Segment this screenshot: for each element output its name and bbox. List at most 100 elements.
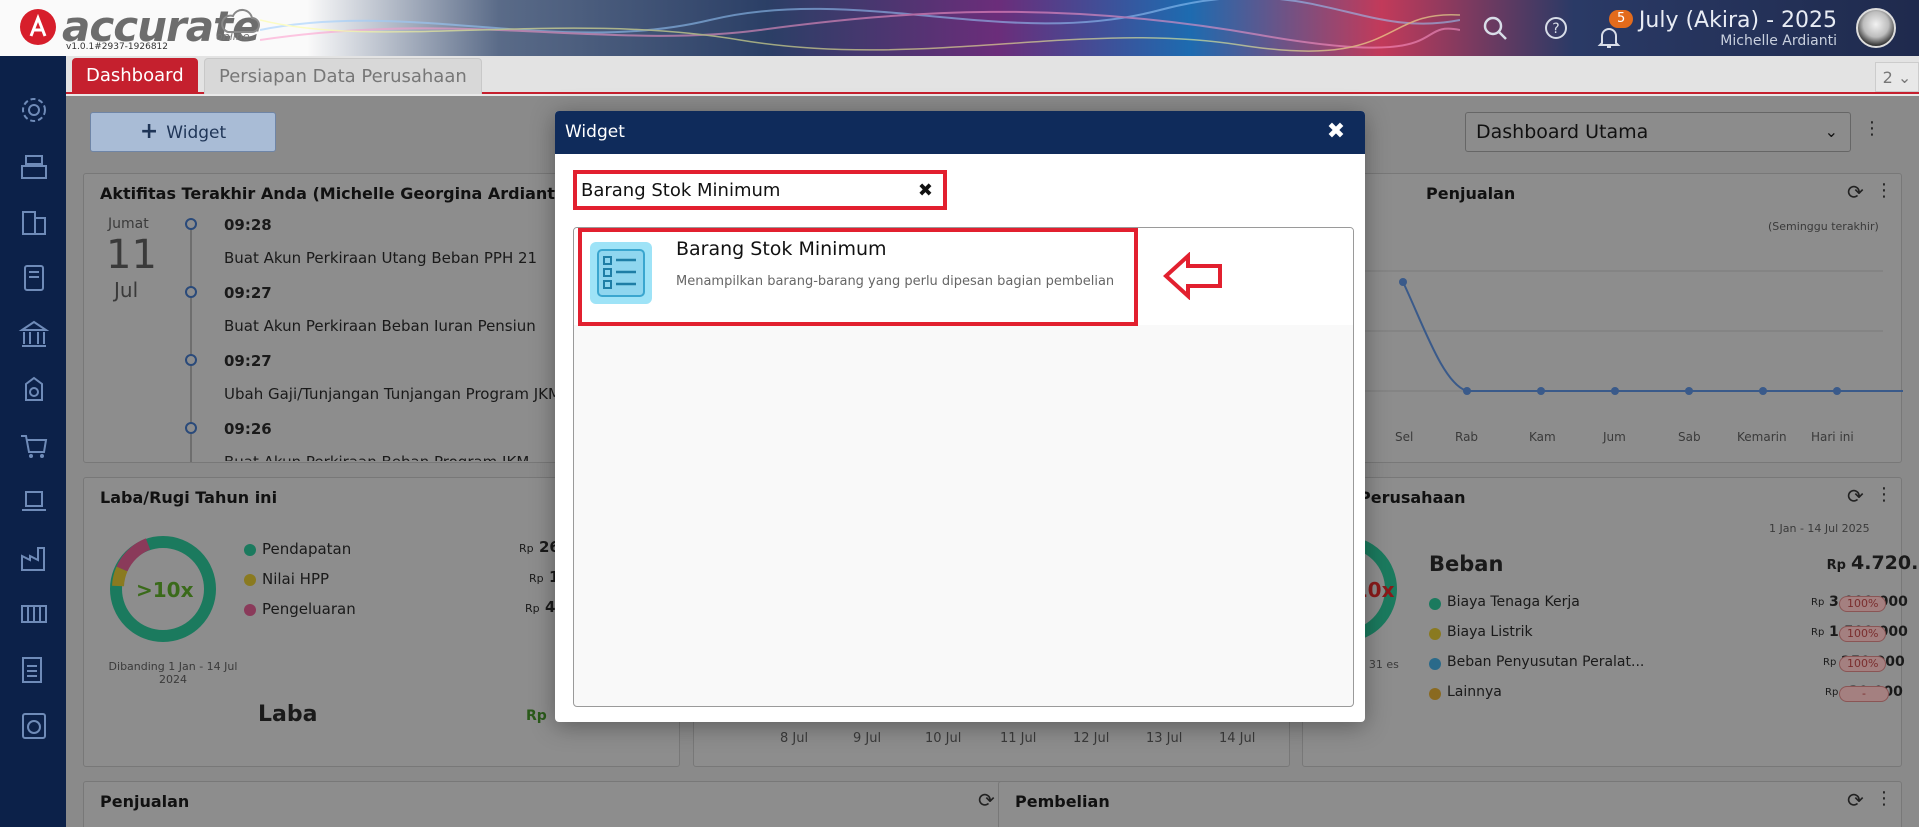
x-tick-label: 14 Jul — [1219, 731, 1256, 746]
dashboard-select-value: Dashboard Utama — [1476, 121, 1649, 143]
widget-modal: Widget ✖ ✖ Barang Stok Minimum Menampilk… — [555, 111, 1365, 722]
expense-row-label: Lainnya — [1447, 684, 1502, 700]
modal-title: Widget — [565, 122, 625, 142]
expense-total: 4.720.000 — [1851, 552, 1919, 574]
bottom-purchase-kebab-icon[interactable]: ⋮ — [1875, 788, 1893, 809]
search-icon[interactable] — [1481, 14, 1509, 42]
x-tick-label: 8 Jul — [780, 731, 809, 746]
widget-search-box: ✖ — [573, 170, 947, 210]
sales-line-chart — [1363, 270, 1903, 395]
x-tick-label: Hari ini — [1811, 430, 1854, 444]
tab-dashboard[interactable]: Dashboard — [72, 58, 198, 94]
activity-time: 09:27 — [224, 352, 272, 370]
sales-chart-panel: Penjualan (Seminggu terakhir) ⋮ ⟳ Sel Ra… — [1302, 173, 1903, 463]
book-icon[interactable] — [18, 262, 50, 294]
notification-count-badge: 5 — [1609, 10, 1634, 28]
expense-row-prefix: Rp — [1811, 627, 1825, 638]
x-tick-label: Kemarin — [1737, 430, 1787, 444]
assets-icon[interactable] — [18, 598, 50, 630]
svg-text:?: ? — [1552, 21, 1559, 37]
expense-kebab-icon[interactable]: ⋮ — [1875, 484, 1893, 505]
legend-value: 4 — [545, 598, 556, 616]
tab-company-setup[interactable]: Persiapan Data Perusahaan — [204, 58, 482, 94]
expense-date-range[interactable]: 1 Jan - 14 Jul 2025 — [1769, 522, 1870, 535]
expense-row-prefix: Rp — [1811, 597, 1825, 608]
timeline-dot — [185, 218, 197, 230]
user-avatar[interactable] — [1856, 8, 1896, 48]
chart-point — [1685, 387, 1693, 395]
shopping-cart-icon[interactable] — [18, 430, 50, 462]
modal-header: Widget ✖ — [555, 111, 1365, 154]
tax-report-icon[interactable] — [18, 654, 50, 686]
sales-chart-kebab-icon[interactable]: ⋮ — [1875, 180, 1893, 201]
chart-point — [1537, 387, 1545, 395]
dashboard-menu-kebab-icon[interactable]: ⋮ — [1863, 118, 1881, 139]
checklist-icon — [590, 242, 652, 304]
x-tick-label: 13 Jul — [1146, 731, 1183, 746]
add-widget-button[interactable]: + Widget — [90, 112, 276, 152]
settings-gear-icon[interactable] — [18, 94, 50, 126]
clear-search-icon[interactable]: ✖ — [918, 180, 933, 201]
factory-icon[interactable] — [18, 542, 50, 574]
activity-text[interactable]: Buat Akun Perkiraan Beban Program JKM — [224, 453, 529, 461]
legend-dot — [1429, 628, 1441, 640]
expense-title: Perusahaan — [1359, 488, 1466, 507]
activity-text[interactable]: Buat Akun Perkiraan Beban Iuran Pensiun — [224, 317, 536, 335]
activity-text[interactable]: Ubah Gaji/Tunjangan Tunjangan Program JK… — [224, 385, 561, 403]
activity-month: Jul — [114, 278, 139, 302]
expense-panel: Perusahaan ⋮ ⟳ 1 Jan - 14 Jul 2025 >10x … — [1291, 477, 1919, 767]
sales-chart-range: (Seminggu terakhir) — [1768, 220, 1879, 233]
profit-donut-label: >10x — [136, 578, 194, 602]
timeline-dot — [185, 286, 197, 298]
refresh-icon[interactable]: ⟳ — [978, 788, 995, 812]
add-widget-label: Widget — [166, 123, 227, 143]
legend-label: Nilai HPP — [262, 570, 330, 588]
price-tag-icon[interactable] — [18, 374, 50, 406]
period-title[interactable]: July (Akira) - 2025 — [1639, 8, 1837, 33]
app-version: v1.0.1#2937-1926812 — [66, 42, 169, 52]
x-tick-label: 9 Jul — [853, 731, 882, 746]
profit-result-label: Laba — [258, 702, 318, 727]
x-tick-label: Sab — [1678, 430, 1701, 444]
user-name[interactable]: Michelle Ardianti — [1720, 33, 1837, 49]
refresh-icon[interactable]: ⟳ — [1847, 180, 1864, 204]
sidebar — [0, 56, 66, 827]
refresh-icon[interactable]: ⟳ — [1847, 484, 1864, 508]
widget-result-title: Barang Stok Minimum — [676, 238, 887, 260]
activity-title: Aktifitas Terakhir Anda (Michelle Georgi… — [100, 184, 568, 203]
x-tick-label: 10 Jul — [925, 731, 962, 746]
tab-strip: Dashboard Persiapan Data Perusahaan 2 ⌄ — [66, 56, 1919, 94]
bottom-sales-panel: Penjualan ⋮ ⟳ — [83, 781, 1033, 827]
expense-row-pct: 100% — [1839, 596, 1887, 612]
report-chart-icon[interactable] — [18, 710, 50, 742]
legend-dot — [244, 604, 256, 616]
x-tick-label: Jum — [1603, 430, 1626, 444]
activity-text[interactable]: Buat Akun Perkiraan Utang Beban PPH 21 — [224, 249, 537, 267]
activity-time: 09:26 — [224, 420, 272, 438]
legend-prefix: Rp — [519, 542, 534, 555]
legend-dot — [1429, 688, 1441, 700]
logo-mark-icon — [20, 9, 56, 45]
pointer-arrow-icon — [1163, 252, 1222, 300]
widget-result-item[interactable]: Barang Stok Minimum Menampilkan barang-b… — [574, 228, 1353, 326]
help-icon[interactable]: ? — [1542, 14, 1570, 42]
widget-search-input[interactable] — [581, 176, 911, 204]
dashboard-select[interactable]: Dashboard Utama ⌄ — [1465, 112, 1851, 152]
tab-count-dropdown[interactable]: 2 ⌄ — [1875, 62, 1919, 92]
chart-point — [1463, 387, 1471, 395]
sales-chart-title: Penjualan — [1426, 184, 1516, 203]
close-icon[interactable]: ✖ — [1323, 119, 1349, 145]
app-logo[interactable]: accurate online v1.0.1#2937-1926812 — [0, 0, 330, 56]
tab-count-value: 2 — [1882, 68, 1893, 87]
refresh-icon[interactable]: ⟳ — [1847, 788, 1864, 812]
cash-register-icon[interactable] — [18, 150, 50, 182]
expense-row-pct: 100% — [1839, 626, 1887, 642]
expense-row-pct: 100% — [1839, 656, 1887, 672]
timeline-dot — [185, 422, 197, 434]
inventory-cart-icon[interactable] — [18, 486, 50, 518]
activity-day-name: Jumat — [108, 216, 149, 232]
bottom-purchase-title: Pembelian — [1015, 792, 1110, 811]
bank-icon[interactable] — [18, 318, 50, 350]
notification-bell-icon[interactable] — [1596, 24, 1624, 52]
building-icon[interactable] — [18, 206, 50, 238]
